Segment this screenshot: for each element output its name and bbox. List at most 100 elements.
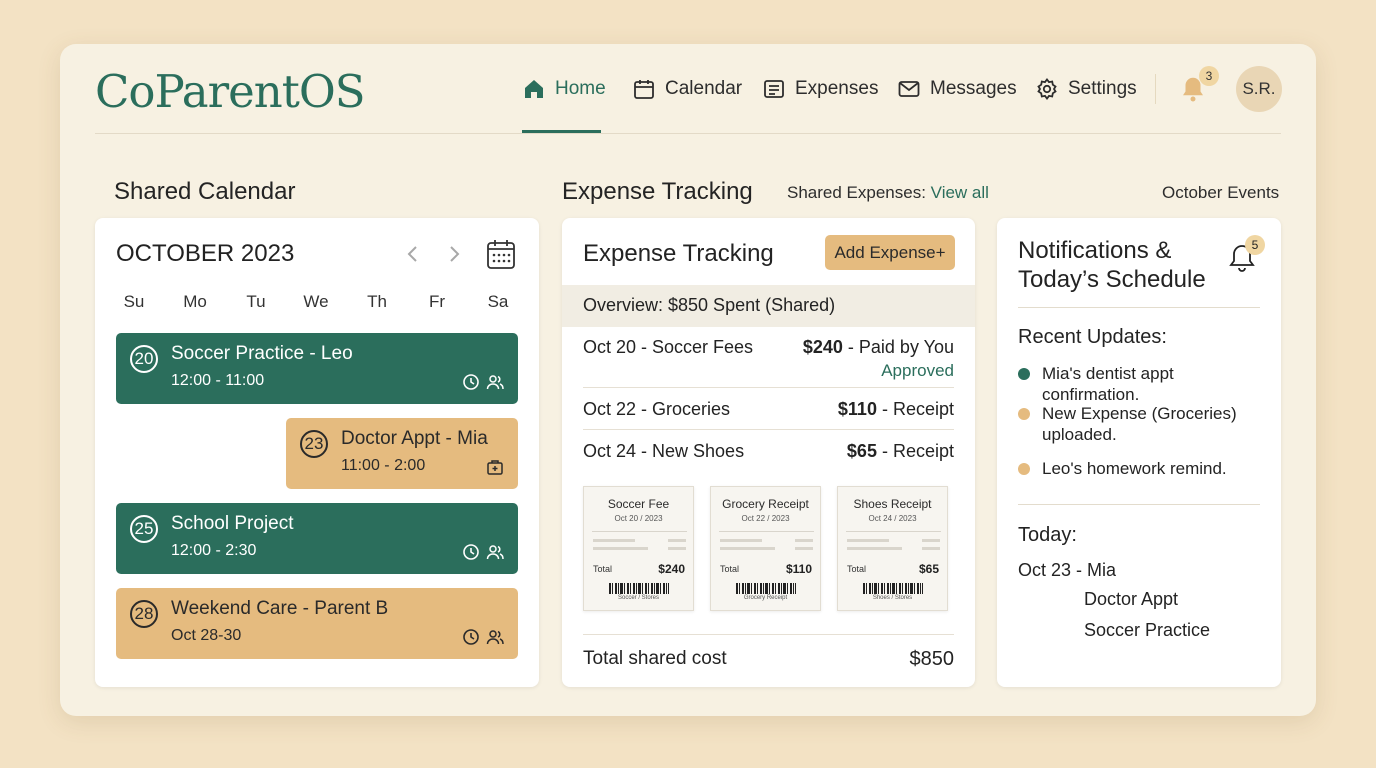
event-day-number: 20 [130,345,158,373]
expense-row[interactable]: Oct 20 - Soccer Fees $240 - Paid by You [583,337,954,358]
calendar-event[interactable]: 20 Soccer Practice - Leo 12:00 - 11:00 [116,333,518,404]
calendar-card: OCTOBER 2023 Su Mo Tu We Th Fr Sa 20 Soc… [95,218,539,687]
clock-icon [463,544,479,560]
receipt-thumbnail[interactable]: Shoes Receipt Oct 24 / 2023 Total $65 Sh… [837,486,948,611]
event-time: 12:00 - 2:30 [171,542,257,559]
expense-overview: Overview: $850 Spent (Shared) [562,285,975,327]
nav-expenses-label: Expenses [795,78,879,99]
receipt-thumbnail[interactable]: Soccer Fee Oct 20 / 2023 Total $240 Socc… [583,486,694,611]
barcode-icon [609,583,669,594]
calendar-icon [634,80,654,99]
schedule-item[interactable]: Soccer Practice [1084,620,1210,641]
home-icon [525,80,543,98]
total-divider [583,634,954,635]
receipt-line [922,547,940,550]
event-title: Soccer Practice - Leo [171,343,353,364]
receipt-line [922,539,940,542]
receipt-date: Oct 20 / 2023 [614,514,663,523]
receipt-line [593,539,635,542]
nav-messages[interactable]: Messages [897,66,1017,112]
expense-card-title: Expense Tracking [583,240,774,267]
calendar-event[interactable]: 25 School Project 12:00 - 2:30 [116,503,518,574]
nav-settings[interactable]: Settings [1035,66,1137,112]
event-day-number: 23 [300,430,328,458]
notifications-title: Notifications & Today’s Schedule [1018,237,1206,293]
receipt-line [847,547,902,550]
today-heading: Today: [1018,524,1077,546]
receipt-thumbnail[interactable]: Grocery Receipt Oct 22 / 2023 Total $110… [710,486,821,611]
barcode-icon [863,583,923,594]
receipt-total: $240 [658,562,685,576]
weekday-label: Sa [487,292,509,311]
notifications-card: Notifications & Today’s Schedule 5 Recen… [997,218,1281,687]
weekday-label: Fr [428,292,446,311]
expense-amount: $65 [846,441,877,461]
expense-label: Oct 22 - Groceries [583,399,731,419]
row-divider [583,429,954,430]
calendar-grid-icon[interactable] [486,238,516,270]
view-all-link[interactable]: View all [931,183,989,202]
receipt-divider [719,531,814,532]
weekday-header: Su Mo Tu We Th Fr Sa [95,292,539,316]
receipt-line [847,539,889,542]
update-item[interactable]: Mia's dentist appt confirmation. [1018,363,1273,405]
add-expense-button[interactable]: Add Expense+ [825,235,955,270]
medical-bag-icon [487,460,503,475]
receipt-barcode-label: Soccer / Stores [617,595,659,601]
event-title: School Project [171,513,294,534]
event-time: Oct 28-30 [171,627,242,644]
nav-home-label: Home [555,78,606,99]
expense-note: - Paid by You [842,337,954,357]
receipt-total: $110 [785,562,812,576]
total-shared-cost-row: Total shared cost $850 [583,648,954,670]
user-avatar[interactable]: S.R. [1236,66,1282,112]
weekday-label: Th [367,292,387,311]
receipt-divider [846,531,941,532]
event-day-number: 25 [130,515,158,543]
expense-label: Oct 20 - Soccer Fees [583,337,754,357]
receipt-title: Soccer Fee [607,497,670,511]
calendar-event[interactable]: 28 Weekend Care - Parent B Oct 28-30 [116,588,518,659]
receipt-total-label: Total [847,564,867,574]
update-text: Leo's homework remind. [1042,459,1227,478]
shared-expenses-label: Shared Expenses: [787,183,926,202]
receipt-line [795,539,813,542]
app-window: CoParentOS Home Calendar Expenses Messag… [60,44,1316,716]
event-day-number: 28 [130,600,158,628]
event-time: 11:00 - 2:00 [341,457,426,474]
chevron-left-icon[interactable] [403,242,423,266]
update-item[interactable]: New Expense (Groceries) uploaded. [1018,403,1248,445]
barcode-icon [736,583,796,594]
october-events-label[interactable]: October Events [1162,183,1279,203]
event-title: Weekend Care - Parent B [171,598,389,619]
receipt-date: Oct 22 / 2023 [741,514,790,523]
clock-icon [463,374,479,390]
chevron-right-icon[interactable] [444,242,464,266]
expense-row[interactable]: Oct 22 - Groceries $110 - Receipt [583,399,954,420]
schedule-item[interactable]: Doctor Appt [1084,589,1178,610]
nav-expenses[interactable]: Expenses [762,66,878,112]
expense-amount: $240 [802,337,843,357]
nav-home[interactable]: Home [522,66,606,112]
nav-divider [1155,74,1156,104]
nav-calendar[interactable]: Calendar [632,66,742,112]
gear-icon [1037,78,1057,100]
event-time: 12:00 - 11:00 [171,372,265,389]
receipt-date: Oct 24 / 2023 [868,514,917,523]
status-dot [1018,368,1030,380]
expense-tracking-heading: Expense Tracking [562,178,753,205]
receipt-barcode-label: Shoes / Stores [872,595,913,601]
calendar-month: OCTOBER 2023 [116,240,295,267]
receipt-line [720,539,762,542]
calendar-event[interactable]: 23 Doctor Appt - Mia 11:00 - 2:00 [286,418,518,489]
expense-row[interactable]: Oct 24 - New Shoes $65 - Receipt [583,441,954,462]
update-text: Mia's dentist appt confirmation. [1042,364,1174,404]
receipt-title: Grocery Receipt [722,497,809,511]
people-icon [486,630,504,645]
header-divider [95,133,1281,134]
clock-icon [463,629,479,645]
receipt-barcode-label: Grocery Receipt [743,595,788,601]
receipt-total: $65 [918,562,939,576]
update-item[interactable]: Leo's homework remind. [1018,458,1273,479]
status-dot [1018,408,1030,420]
